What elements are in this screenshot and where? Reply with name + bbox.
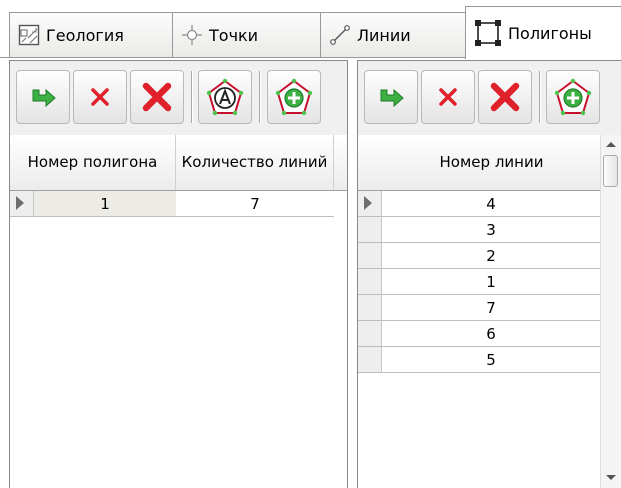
delete-x-icon: [91, 88, 109, 106]
polygon-add-icon: [275, 78, 313, 116]
table-row[interactable]: 1 7: [10, 191, 334, 217]
column-header-polygon-number[interactable]: Номер полигона: [10, 135, 176, 190]
row-header[interactable]: [10, 191, 34, 216]
lines-count-cell[interactable]: 7: [176, 191, 334, 216]
column-header-line-number[interactable]: Номер линии: [382, 135, 601, 190]
tab-lines[interactable]: Линии: [320, 12, 466, 57]
row-header[interactable]: [358, 347, 382, 372]
polygons-panel: Номер полигона Количество линий 1 7: [9, 60, 348, 488]
add-polygon-button[interactable]: [267, 70, 321, 124]
apply-arrow-icon: [380, 88, 404, 108]
table-row[interactable]: 7: [358, 295, 600, 321]
scrollbar-thumb[interactable]: [603, 155, 618, 187]
delete-x-icon: [439, 88, 457, 106]
polygon-label-button[interactable]: [198, 70, 252, 124]
polygons-toolbar: [10, 61, 347, 136]
apply-arrow-icon: [32, 88, 56, 108]
table-row[interactable]: 5: [358, 347, 600, 373]
lines-grid-header: Номер линии: [358, 135, 600, 191]
row-header[interactable]: [358, 295, 382, 320]
row-header[interactable]: [358, 217, 382, 242]
crosshair-point-icon: [182, 25, 202, 45]
toolbar-separator: [539, 71, 541, 123]
line-number-cell[interactable]: 3: [382, 217, 600, 242]
tab-points[interactable]: Точки: [172, 12, 321, 57]
geology-map-icon: [18, 24, 40, 46]
tab-label: Полигоны: [508, 23, 592, 43]
current-row-arrow-icon: [364, 196, 372, 210]
delete-all-x-icon: [490, 82, 520, 112]
line-number-cell[interactable]: 1: [382, 269, 600, 294]
polygon-lines-panel: Номер линии 4321765: [357, 60, 621, 488]
tab-polygons[interactable]: Полигоны: [465, 6, 621, 59]
add-line-button[interactable]: [546, 70, 600, 124]
table-row[interactable]: 3: [358, 217, 600, 243]
table-row[interactable]: 2: [358, 243, 600, 269]
polygon-square-icon: [475, 20, 501, 46]
line-number-cell[interactable]: 7: [382, 295, 600, 320]
vertical-scrollbar[interactable]: [600, 135, 621, 488]
toolbar-separator: [259, 71, 261, 123]
row-header[interactable]: [358, 191, 382, 216]
line-number-cell[interactable]: 2: [382, 243, 600, 268]
polygon-add-icon: [554, 78, 592, 116]
delete-all-button[interactable]: [130, 70, 184, 124]
row-header[interactable]: [358, 321, 382, 346]
polygon-label-a-icon: [206, 78, 244, 116]
current-row-arrow-icon: [16, 196, 24, 210]
tab-label: Линии: [357, 25, 411, 45]
column-header-lines-count[interactable]: Количество линий: [176, 135, 334, 190]
row-header[interactable]: [358, 243, 382, 268]
delete-all-x-icon: [142, 82, 172, 112]
row-header[interactable]: [358, 269, 382, 294]
table-row[interactable]: 1: [358, 269, 600, 295]
delete-all-button[interactable]: [478, 70, 532, 124]
table-row[interactable]: 4: [358, 191, 600, 217]
tab-label: Геология: [46, 25, 124, 45]
scroll-down-arrow-icon[interactable]: [606, 475, 616, 480]
line-number-cell[interactable]: 4: [382, 191, 600, 216]
delete-button[interactable]: [421, 70, 475, 124]
delete-button[interactable]: [73, 70, 127, 124]
apply-button[interactable]: [364, 70, 418, 124]
table-row[interactable]: 6: [358, 321, 600, 347]
apply-button[interactable]: [16, 70, 70, 124]
lines-toolbar: [358, 61, 621, 136]
polygons-grid-header: Номер полигона Количество линий: [10, 135, 347, 191]
line-number-cell[interactable]: 6: [382, 321, 600, 346]
line-number-cell[interactable]: 5: [382, 347, 600, 372]
polyline-icon: [330, 25, 350, 45]
tab-label: Точки: [209, 25, 259, 45]
polygon-number-cell[interactable]: 1: [34, 191, 176, 216]
tab-strip: Геология Точки Линии Полигоны: [0, 0, 621, 60]
tab-geology[interactable]: Геология: [9, 12, 173, 57]
scroll-up-arrow-icon[interactable]: [606, 142, 616, 147]
toolbar-separator: [191, 71, 193, 123]
